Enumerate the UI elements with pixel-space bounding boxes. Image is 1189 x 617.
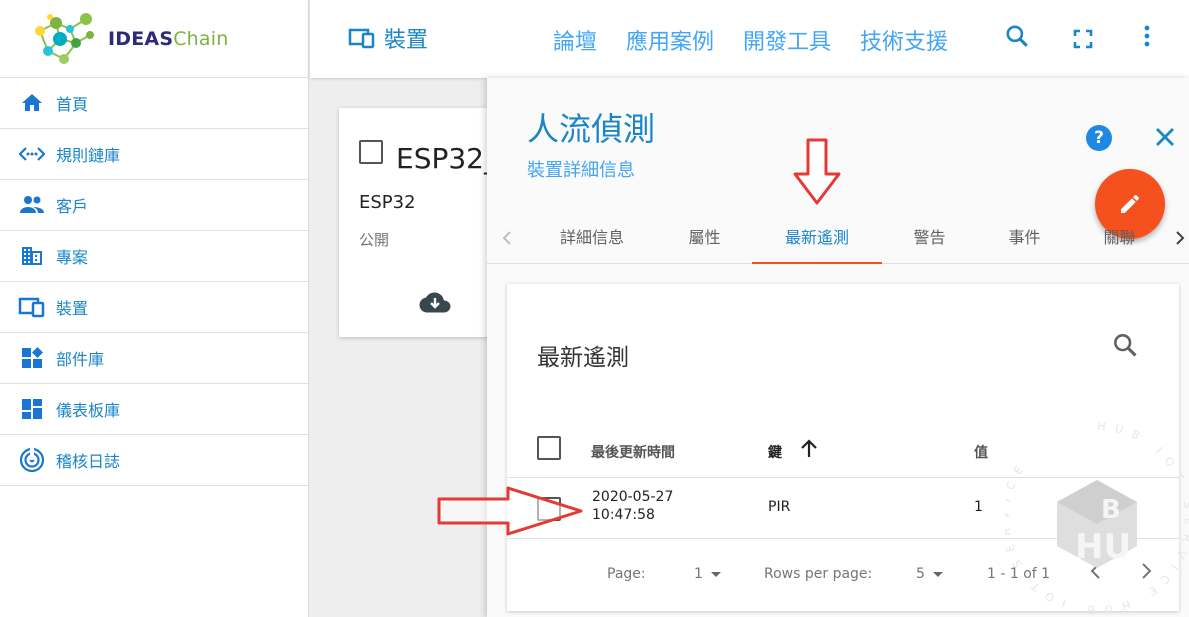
device-card-visibility: 公開 <box>359 231 390 249</box>
row-checkbox[interactable] <box>537 497 561 521</box>
sidebar-item-devices[interactable]: 裝置 <box>0 282 308 333</box>
rows-per-page-value: 5 <box>916 566 925 582</box>
edit-pencil-icon <box>1121 194 1139 213</box>
sidebar-item-home[interactable]: 首頁 <box>0 78 308 129</box>
devices-icon <box>18 293 46 321</box>
top-link-support[interactable]: 技術支援 <box>860 24 948 56</box>
device-card-type: ESP32 <box>359 192 416 213</box>
help-icon[interactable]: ? <box>1086 125 1112 151</box>
top-link-use-cases[interactable]: 應用案例 <box>626 24 714 56</box>
sidebar-item-label: 客戶 <box>56 197 89 216</box>
chevron-down-icon <box>710 571 721 577</box>
prev-page-icon[interactable] <box>1089 562 1103 584</box>
rows-per-page-label: Rows per page: <box>764 566 873 582</box>
sidebar-item-label: 裝置 <box>56 299 89 318</box>
cloud-download-icon[interactable] <box>419 291 451 319</box>
panel-tabs: 詳細信息 屬性 最新遙測 警告 事件 關聯 <box>487 214 1189 264</box>
tabs-next-icon[interactable] <box>1170 228 1189 248</box>
more-vert-icon[interactable] <box>1133 22 1161 50</box>
top-link-dev-tools[interactable]: 開發工具 <box>743 24 831 56</box>
sidebar-item-assets[interactable]: 專案 <box>0 231 308 282</box>
panel-subtitle: 裝置詳細信息 <box>527 160 635 181</box>
row-last-update-date: 2020-05-27 <box>592 489 674 505</box>
telemetry-card: 最新遙測 最後更新時間 鍵 值 2020-05-27 10:47:58 PIR … <box>507 284 1179 611</box>
breadcrumb-label: 裝置 <box>384 28 429 53</box>
device-card-checkbox[interactable] <box>359 140 383 164</box>
device-details-panel: 人流偵測 裝置詳細信息 ? 詳細信息 屬性 最新遙測 警告 事件 關聯 最新遙測… <box>487 78 1189 617</box>
page-select[interactable]: 1 <box>694 566 721 582</box>
column-header-value[interactable]: 值 <box>974 442 988 462</box>
device-card[interactable]: ESP32_ ESP32 公開 <box>339 108 499 337</box>
sidebar-item-label: 儀表板庫 <box>56 401 121 420</box>
tab-attributes[interactable]: 屬性 <box>662 224 747 264</box>
logo-text: IDEASChain <box>108 28 229 50</box>
logo-mark-icon <box>30 9 102 69</box>
devices-icon <box>348 27 376 49</box>
page-label: Page: <box>607 566 646 582</box>
top-link-forum[interactable]: 論壇 <box>553 24 597 56</box>
fullscreen-icon[interactable] <box>1069 25 1097 53</box>
sidebar-item-rule-chains[interactable]: 規則鏈庫 <box>0 129 308 180</box>
top-bar: 裝置 論壇 應用案例 開發工具 技術支援 <box>310 0 1189 78</box>
dashboard-icon <box>18 395 46 423</box>
sidebar-item-label: 首頁 <box>56 95 89 114</box>
row-value: 1 <box>974 499 983 515</box>
sidebar-item-widgets[interactable]: 部件庫 <box>0 333 308 384</box>
table-pagination: Page: 1 Rows per page: 5 1 - 1 of 1 <box>507 540 1179 600</box>
logo-text-ideas: IDEAS <box>108 27 174 50</box>
sidebar-item-audit-logs[interactable]: 稽核日誌 <box>0 435 308 486</box>
widgets-icon <box>18 344 46 372</box>
tab-details[interactable]: 詳細信息 <box>537 224 647 264</box>
column-header-key[interactable]: 鍵 <box>768 439 817 462</box>
select-all-checkbox[interactable] <box>537 436 561 460</box>
column-header-last-update[interactable]: 最後更新時間 <box>591 442 675 462</box>
logo[interactable]: IDEASChain <box>0 0 308 78</box>
row-key: PIR <box>768 499 791 515</box>
row-last-update-time: 10:47:58 <box>592 507 655 523</box>
sidebar-item-label: 規則鏈庫 <box>56 146 121 165</box>
sidebar-item-label: 稽核日誌 <box>56 452 121 471</box>
sidebar-item-label: 部件庫 <box>56 350 105 369</box>
tab-alarms[interactable]: 警告 <box>887 224 972 264</box>
telemetry-title: 最新遙測 <box>537 345 629 371</box>
top-links: 論壇 應用案例 開發工具 技術支援 <box>553 24 977 56</box>
search-icon[interactable] <box>1003 22 1031 50</box>
rule-chain-icon <box>18 140 46 168</box>
search-icon[interactable] <box>1111 331 1139 363</box>
pagination-range: 1 - 1 of 1 <box>987 566 1051 582</box>
table-row[interactable]: 2020-05-27 10:47:58 PIR 1 <box>507 479 1179 539</box>
rows-per-page-select[interactable]: 5 <box>916 566 943 582</box>
breadcrumb[interactable]: 裝置 <box>348 22 428 54</box>
sort-ascending-icon <box>801 439 817 457</box>
panel-title: 人流偵測 <box>527 110 656 148</box>
tab-relations[interactable]: 關聯 <box>1077 224 1162 264</box>
device-card-title: ESP32_ <box>396 142 498 175</box>
sidebar: IDEASChain 首頁 規則鏈庫 客戶 專案 裝置 部件庫 儀表板庫 稽核日… <box>0 0 309 617</box>
column-header-key-label: 鍵 <box>768 445 782 461</box>
sidebar-item-label: 專案 <box>56 248 89 267</box>
next-page-icon[interactable] <box>1139 562 1153 584</box>
close-icon[interactable] <box>1152 124 1178 150</box>
sidebar-item-customers[interactable]: 客戶 <box>0 180 308 231</box>
chevron-down-icon <box>932 571 943 577</box>
assets-icon <box>18 242 46 270</box>
customers-icon <box>18 191 46 219</box>
tab-events[interactable]: 事件 <box>982 224 1067 264</box>
tabs-prev-icon[interactable] <box>497 228 517 248</box>
sidebar-item-dashboards[interactable]: 儀表板庫 <box>0 384 308 435</box>
page-select-value: 1 <box>694 566 703 582</box>
tab-latest-telemetry[interactable]: 最新遙測 <box>752 224 882 264</box>
home-icon <box>18 89 46 117</box>
logo-text-chain: Chain <box>173 27 229 50</box>
audit-log-icon <box>18 446 46 474</box>
table-header: 最後更新時間 鍵 值 <box>507 420 1179 478</box>
